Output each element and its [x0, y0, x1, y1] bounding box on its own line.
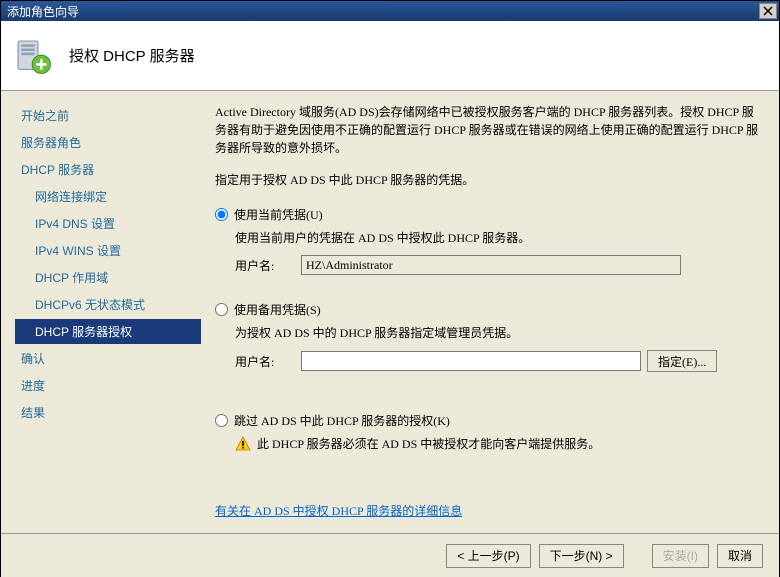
- server-role-icon: [13, 36, 53, 76]
- close-icon: [763, 6, 773, 16]
- prev-button[interactable]: < 上一步(P): [446, 544, 530, 568]
- specify-button[interactable]: 指定(E)...: [647, 350, 717, 372]
- header: 授权 DHCP 服务器: [1, 21, 779, 91]
- instruction-text: 指定用于授权 AD DS 中此 DHCP 服务器的凭据。: [215, 171, 761, 188]
- window-title: 添加角色向导: [7, 3, 759, 20]
- alternate-username-field[interactable]: [301, 351, 641, 371]
- titlebar: 添加角色向导: [1, 1, 779, 21]
- skip-warning-text: 此 DHCP 服务器必须在 AD DS 中被授权才能向客户端提供服务。: [257, 435, 600, 452]
- current-desc: 使用当前用户的凭据在 AD DS 中授权此 DHCP 服务器。: [235, 229, 761, 247]
- nav-dhcpv6[interactable]: DHCPv6 无状态模式: [15, 292, 201, 317]
- nav-before-begin[interactable]: 开始之前: [15, 103, 201, 128]
- option-alternate-credentials: 使用备用凭据(S) 为授权 AD DS 中的 DHCP 服务器指定域管理员凭据。…: [215, 301, 761, 372]
- username-label-1: 用户名:: [235, 257, 295, 274]
- nav-ipv4-dns[interactable]: IPv4 DNS 设置: [15, 211, 201, 236]
- close-button[interactable]: [759, 3, 777, 19]
- nav-server-roles[interactable]: 服务器角色: [15, 130, 201, 155]
- nav-dhcp-auth[interactable]: DHCP 服务器授权: [15, 319, 201, 344]
- option-current-credentials: 使用当前凭据(U) 使用当前用户的凭据在 AD DS 中授权此 DHCP 服务器…: [215, 206, 761, 275]
- option-skip-auth: 跳过 AD DS 中此 DHCP 服务器的授权(K) 此 DHCP 服务器必须在…: [215, 412, 761, 452]
- description-text: Active Directory 域服务(AD DS)会存储网络中已被授权服务客…: [215, 103, 761, 157]
- radio-current-credentials[interactable]: [215, 208, 228, 221]
- nav-dhcp-scope[interactable]: DHCP 作用域: [15, 265, 201, 290]
- body: 开始之前 服务器角色 DHCP 服务器 网络连接绑定 IPv4 DNS 设置 I…: [1, 91, 779, 533]
- username-label-2: 用户名:: [235, 353, 295, 370]
- nav-dhcp-server[interactable]: DHCP 服务器: [15, 157, 201, 182]
- radio-alternate-label[interactable]: 使用备用凭据(S): [234, 301, 321, 318]
- radio-skip-auth[interactable]: [215, 414, 228, 427]
- radio-alternate-credentials[interactable]: [215, 303, 228, 316]
- current-username-field: [301, 255, 681, 275]
- nav-progress[interactable]: 进度: [15, 373, 201, 398]
- help-link[interactable]: 有关在 AD DS 中授权 DHCP 服务器的详细信息: [215, 502, 462, 519]
- nav-confirm[interactable]: 确认: [15, 346, 201, 371]
- nav-ipv4-wins[interactable]: IPv4 WINS 设置: [15, 238, 201, 263]
- next-button[interactable]: 下一步(N) >: [539, 544, 624, 568]
- radio-skip-label[interactable]: 跳过 AD DS 中此 DHCP 服务器的授权(K): [234, 412, 450, 429]
- footer: < 上一步(P) 下一步(N) > 安装(I) 取消: [1, 533, 779, 577]
- radio-current-label[interactable]: 使用当前凭据(U): [234, 206, 323, 223]
- page-title: 授权 DHCP 服务器: [69, 45, 195, 66]
- wizard-window: 添加角色向导 授权 DHCP 服务器 开始之前 服务器角色 DHCP 服务器 网…: [0, 0, 780, 577]
- sidebar: 开始之前 服务器角色 DHCP 服务器 网络连接绑定 IPv4 DNS 设置 I…: [1, 91, 201, 533]
- cancel-button[interactable]: 取消: [717, 544, 763, 568]
- nav-network-binding[interactable]: 网络连接绑定: [15, 184, 201, 209]
- install-button: 安装(I): [652, 544, 709, 568]
- nav-results[interactable]: 结果: [15, 400, 201, 425]
- warning-icon: [235, 436, 251, 452]
- alternate-desc: 为授权 AD DS 中的 DHCP 服务器指定域管理员凭据。: [235, 324, 761, 342]
- content: Active Directory 域服务(AD DS)会存储网络中已被授权服务客…: [201, 91, 779, 533]
